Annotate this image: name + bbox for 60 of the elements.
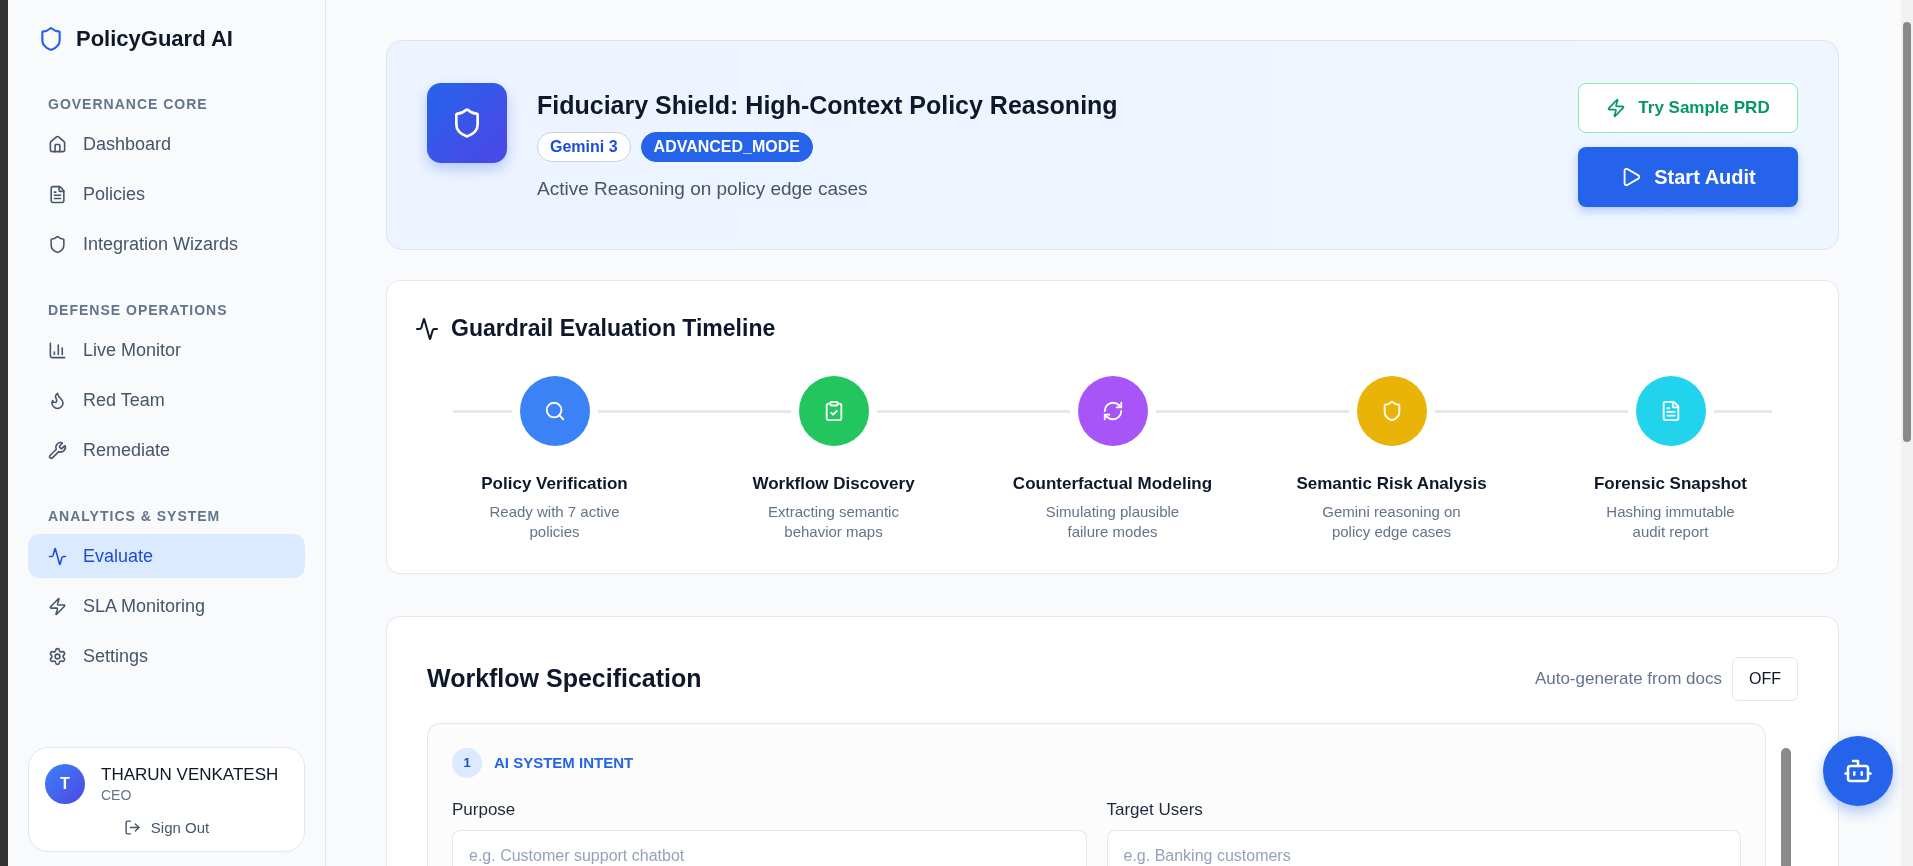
sample-button[interactable]: Try Sample PRD xyxy=(1578,83,1798,133)
step-title: Counterfactual Modeling xyxy=(1012,474,1213,494)
flame-icon xyxy=(48,390,67,410)
section-heading: GOVERNANCE CORE xyxy=(47,96,209,112)
hero-subtitle: Active Reasoning on policy edge cases xyxy=(537,177,869,200)
step-description: Ready with 7 active policies xyxy=(488,502,621,543)
pulse-icon xyxy=(48,546,67,566)
nav-item[interactable]: SLA Monitoring xyxy=(28,584,305,628)
nav-item[interactable]: Live Monitor xyxy=(28,328,305,372)
input-field[interactable]: e.g. Banking customers xyxy=(1106,829,1741,866)
user-name: THARUN VENKATESH xyxy=(101,765,279,785)
scrollbar-thumb[interactable] xyxy=(1903,22,1911,442)
step-number: 1 xyxy=(452,747,482,778)
lightning-icon xyxy=(1606,98,1627,118)
avatar: T xyxy=(45,764,85,804)
auto-generate-label: Auto-generate from docs xyxy=(1534,668,1722,689)
assistant-button[interactable] xyxy=(1823,736,1893,806)
home-icon xyxy=(48,134,67,154)
step-description: Gemini reasoning on policy edge cases xyxy=(1321,502,1462,543)
start-audit-button[interactable]: Start Audit xyxy=(1578,147,1798,207)
settings-icon xyxy=(48,646,67,666)
pulse-icon xyxy=(415,316,439,341)
model-badge: ADVANCED_MODE xyxy=(640,131,813,162)
document-icon xyxy=(48,184,67,204)
nav-item[interactable]: Dashboard xyxy=(28,122,305,166)
lightning-icon xyxy=(48,596,67,616)
field-label: Purpose xyxy=(452,799,517,820)
input-field[interactable]: e.g. Customer support chatbot xyxy=(452,829,1087,866)
step-description: Simulating plausible failure modes xyxy=(1044,502,1181,543)
step-title: Forensic Snapshot xyxy=(1594,474,1747,494)
toggle-button[interactable]: OFF xyxy=(1732,656,1798,701)
step-title: Workflow Discovery xyxy=(752,474,915,494)
timeline-title: Guardrail Evaluation Timeline xyxy=(451,315,776,342)
nav-item[interactable]: Settings xyxy=(28,634,305,678)
step-title: Policy Verification xyxy=(481,474,628,494)
brand-name: PolicyGuard AI xyxy=(76,26,233,52)
user-role: CEO xyxy=(101,787,133,803)
workflow-title: Workflow Specification xyxy=(427,664,702,693)
nav-item[interactable]: Red Team xyxy=(28,378,305,422)
logout-icon xyxy=(123,819,141,836)
step-description: Extracting semantic behavior maps xyxy=(767,502,900,543)
nav-item[interactable]: Integration Wizards xyxy=(28,222,305,266)
shield-icon xyxy=(38,26,64,52)
step-title: Semantic Risk Analysis xyxy=(1296,474,1487,494)
refresh-icon xyxy=(1101,400,1124,422)
hero-title: Fiduciary Shield: High-Context Policy Reasoning xyxy=(537,90,1119,120)
model-badge: Gemini 3 xyxy=(537,131,631,162)
section-heading: ANALYTICS & SYSTEM xyxy=(47,508,222,524)
search-icon xyxy=(543,400,566,422)
nav-item[interactable]: Remediate xyxy=(28,428,305,472)
section-heading: DEFENSE OPERATIONS xyxy=(47,302,229,318)
step-description: Hashing immutable audit report xyxy=(1605,502,1736,543)
wrench-icon xyxy=(48,440,67,460)
sign-out-button[interactable]: Sign Out xyxy=(117,818,216,837)
nav-item[interactable]: Policies xyxy=(28,172,305,216)
shield-icon xyxy=(48,234,67,254)
field-label: Target Users xyxy=(1106,799,1204,820)
nav-item[interactable]: Evaluate xyxy=(28,534,305,578)
section-title: AI SYSTEM INTENT xyxy=(494,754,634,771)
bar-chart-icon xyxy=(48,340,67,360)
